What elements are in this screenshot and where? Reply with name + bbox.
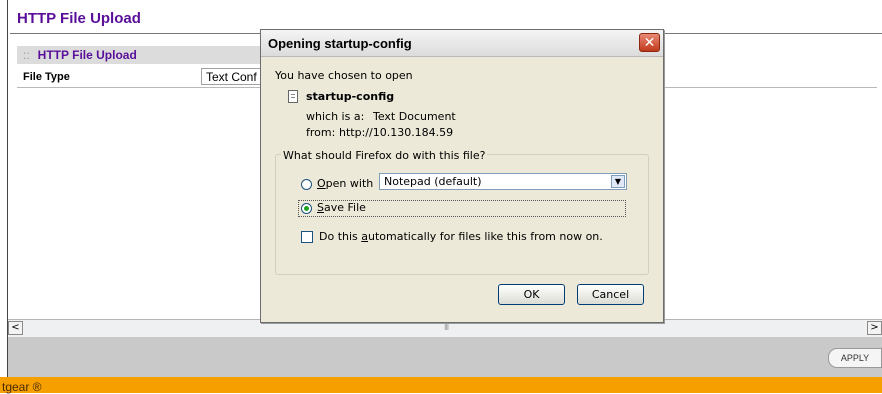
file-type-label: File Type bbox=[23, 71, 70, 83]
dialog-intro-text: You have chosen to open bbox=[275, 69, 413, 82]
scroll-thumb-grip[interactable]: III bbox=[444, 323, 449, 332]
footer-bar: tgear ® bbox=[0, 377, 882, 394]
open-with-radio[interactable] bbox=[301, 179, 312, 190]
open-with-text: pen with bbox=[325, 177, 374, 190]
file-type-label: which is a: bbox=[306, 110, 365, 123]
ok-button[interactable]: OK bbox=[498, 284, 565, 305]
scroll-left-button[interactable]: < bbox=[8, 321, 23, 335]
open-file-dialog: Opening startup-config ✕ You have chosen… bbox=[260, 29, 664, 323]
file-source-label: from: bbox=[306, 126, 336, 139]
text-file-icon bbox=[288, 90, 298, 103]
dialog-titlebar[interactable]: Opening startup-config ✕ bbox=[261, 30, 663, 57]
save-file-accesskey: S bbox=[317, 201, 324, 214]
open-with-app-select[interactable]: Notepad (default) ▼ bbox=[379, 173, 627, 190]
open-with-accesskey: O bbox=[317, 177, 326, 190]
panel-header-label: HTTP File Upload bbox=[37, 48, 137, 62]
auto-action-accesskey: a bbox=[361, 230, 369, 243]
open-with-label[interactable]: Open with bbox=[317, 177, 373, 190]
save-file-text: ave File bbox=[323, 201, 366, 214]
auto-action-checkbox[interactable] bbox=[301, 231, 313, 243]
file-source-url: http://10.130.184.59 bbox=[339, 126, 454, 139]
save-file-radio[interactable] bbox=[301, 203, 312, 214]
drag-grip-icon: :: bbox=[23, 48, 30, 62]
dialog-title: Opening startup-config bbox=[268, 36, 412, 51]
apply-button[interactable]: APPLY bbox=[828, 348, 882, 368]
page-title: HTTP File Upload bbox=[17, 10, 141, 27]
action-group-legend: What should Firefox do with this file? bbox=[281, 149, 488, 162]
close-icon[interactable]: ✕ bbox=[639, 33, 660, 52]
panel-header-title: :: HTTP File Upload bbox=[23, 48, 137, 62]
file-type-value: Text Document bbox=[373, 110, 456, 123]
action-bar: APPLY bbox=[8, 337, 882, 377]
cancel-button[interactable]: Cancel bbox=[577, 284, 644, 305]
auto-action-text-pre: Do this bbox=[319, 230, 362, 243]
open-with-app-value: Notepad (default) bbox=[384, 175, 482, 188]
file-name: startup-config bbox=[306, 90, 395, 103]
chevron-down-icon[interactable]: ▼ bbox=[611, 175, 625, 188]
footer-brand-text: tgear ® bbox=[2, 380, 42, 394]
scroll-right-button[interactable]: > bbox=[867, 321, 882, 335]
save-file-label[interactable]: Save File bbox=[317, 201, 366, 214]
auto-action-text-rest: utomatically for files like this from no… bbox=[368, 230, 603, 243]
auto-action-label[interactable]: Do this automatically for files like thi… bbox=[319, 230, 603, 243]
